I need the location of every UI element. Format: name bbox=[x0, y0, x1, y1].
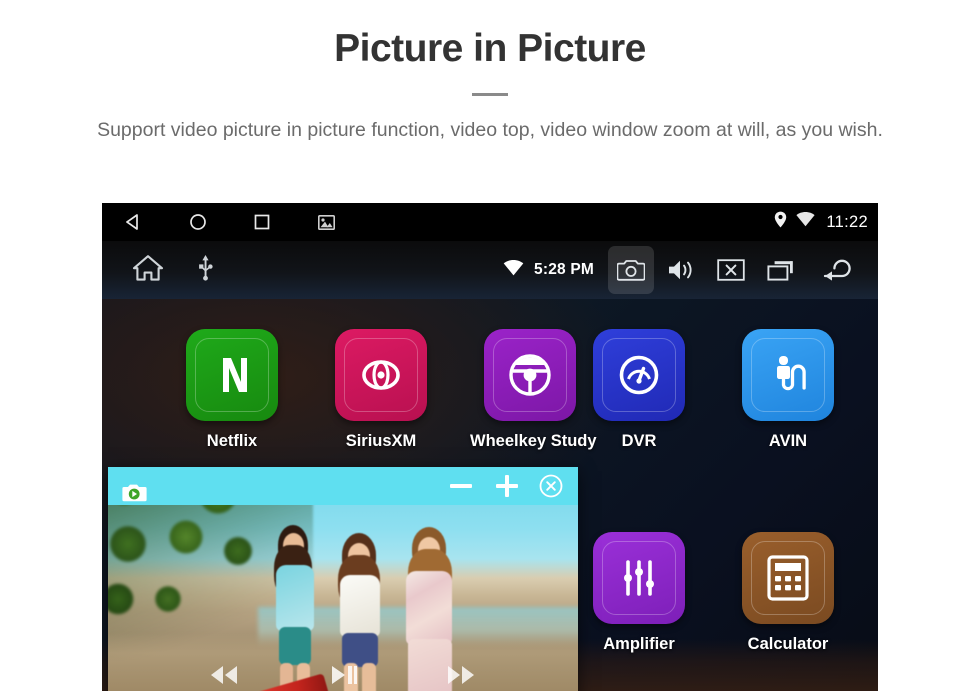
video-camera-play-icon bbox=[122, 481, 150, 505]
sliders-icon[interactable] bbox=[593, 532, 685, 624]
app-label-siriusxm: SiriusXM bbox=[345, 432, 417, 450]
app-amplifier[interactable]: Amplifier bbox=[579, 532, 699, 654]
toolbar-right-group: 5:28 PM bbox=[503, 241, 866, 299]
wifi-icon bbox=[796, 212, 816, 232]
app-calculator[interactable]: Calculator bbox=[728, 532, 848, 654]
av-plug-icon[interactable] bbox=[742, 329, 834, 421]
device-screen: Netflix SiriusXM Wheelkey Study DVR AVIN Ampl… bbox=[102, 203, 878, 691]
home-outline-icon[interactable] bbox=[132, 254, 164, 287]
gauge-icon[interactable] bbox=[593, 329, 685, 421]
app-label-avin: AVIN bbox=[768, 432, 808, 450]
close-app-button[interactable] bbox=[708, 246, 754, 294]
back-icon[interactable] bbox=[102, 203, 166, 241]
toolbar-time: 5:28 PM bbox=[534, 261, 594, 278]
page-title: Picture in Picture bbox=[334, 27, 646, 70]
screenshot-icon[interactable] bbox=[294, 203, 358, 241]
app-label-wheelkey-study: Wheelkey Study bbox=[470, 432, 597, 450]
play-pause-button[interactable] bbox=[328, 662, 358, 688]
android-status-bar: 11:22 bbox=[102, 203, 878, 241]
app-netflix[interactable]: Netflix bbox=[172, 329, 292, 451]
app-label-amplifier: Amplifier bbox=[603, 635, 675, 653]
page-header: Picture in Picture Support video picture… bbox=[0, 0, 980, 144]
volume-button[interactable] bbox=[658, 246, 704, 294]
close-pip-button[interactable] bbox=[538, 473, 564, 499]
location-pin-icon bbox=[774, 211, 787, 233]
title-divider bbox=[472, 92, 508, 96]
app-label-dvr: DVR bbox=[621, 432, 657, 450]
recents-button[interactable] bbox=[758, 246, 804, 294]
zoom-in-button[interactable] bbox=[492, 471, 522, 501]
calculator-icon[interactable] bbox=[742, 532, 834, 624]
pip-window[interactable]: seicane bbox=[108, 467, 578, 691]
app-label-netflix: Netflix bbox=[206, 432, 258, 450]
pip-media-controls bbox=[108, 662, 578, 688]
app-avin[interactable]: AVIN bbox=[728, 329, 848, 451]
page-subtitle: Support video picture in picture functio… bbox=[97, 118, 883, 141]
pip-window-controls bbox=[446, 467, 564, 505]
toolbar-left-group bbox=[102, 254, 213, 287]
previous-track-button[interactable] bbox=[208, 662, 242, 688]
next-track-button[interactable] bbox=[444, 662, 478, 688]
app-siriusxm[interactable]: SiriusXM bbox=[321, 329, 441, 451]
status-bar-nav-group bbox=[102, 203, 358, 241]
camera-button[interactable] bbox=[608, 246, 654, 294]
steering-wheel-icon[interactable] bbox=[484, 329, 576, 421]
recents-icon[interactable] bbox=[230, 203, 294, 241]
back-button[interactable] bbox=[808, 246, 866, 294]
status-bar-indicators: 11:22 bbox=[774, 203, 868, 241]
usb-icon[interactable] bbox=[198, 254, 213, 286]
app-wheelkey-study[interactable]: Wheelkey Study bbox=[470, 329, 597, 451]
status-bar-clock: 11:22 bbox=[826, 212, 868, 231]
wifi-icon bbox=[503, 259, 524, 281]
siriusxm-icon[interactable] bbox=[335, 329, 427, 421]
app-label-calculator: Calculator bbox=[747, 635, 829, 653]
zoom-out-button[interactable] bbox=[446, 471, 476, 501]
system-toolbar: 5:28 PM bbox=[102, 241, 878, 299]
home-icon[interactable] bbox=[166, 203, 230, 241]
netflix-icon[interactable] bbox=[186, 329, 278, 421]
app-dvr[interactable]: DVR bbox=[579, 329, 699, 451]
pip-title-bar[interactable] bbox=[108, 467, 578, 505]
